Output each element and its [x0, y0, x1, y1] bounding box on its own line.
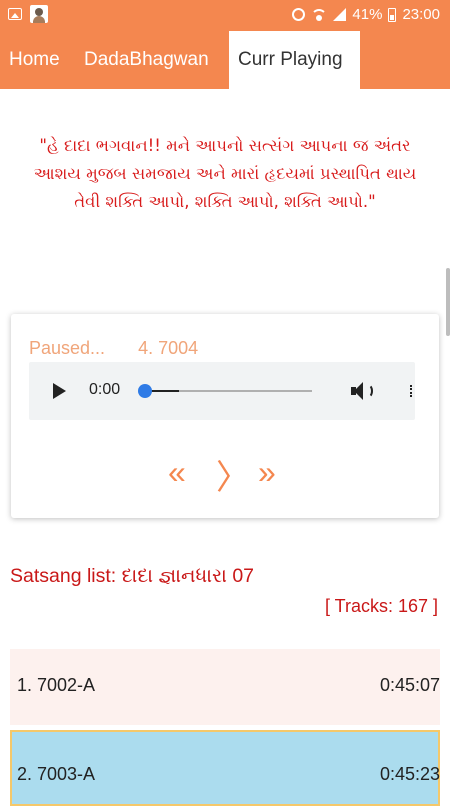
seek-bar[interactable] [138, 384, 312, 398]
scrollbar[interactable] [446, 268, 450, 336]
player-card: Paused... 4. 7004 0:00 « 〉 » [11, 314, 439, 518]
battery-icon [388, 7, 397, 22]
next-button[interactable]: 〉 [216, 450, 250, 499]
tab-bar: Home DadaBhagwan Curr Playing [0, 31, 450, 89]
list-item-duration: 0:45:23 [379, 764, 440, 784]
alarm-icon [292, 8, 306, 21]
audio-player: 0:00 [29, 362, 415, 420]
tab-curr-playing[interactable]: Curr Playing [229, 31, 360, 89]
clock: 23:00 [402, 6, 440, 23]
previous-track-button[interactable]: « [168, 454, 186, 491]
signal-icon [333, 8, 347, 21]
avatar-icon [30, 5, 48, 23]
play-icon[interactable] [53, 383, 66, 399]
status-bar: 41% 23:00 [0, 0, 450, 31]
more-options-icon[interactable] [410, 385, 415, 397]
seek-knob[interactable] [138, 384, 152, 398]
player-status: Paused... [29, 338, 106, 358]
tracks-count: [ Tracks: 167 ] [324, 596, 438, 616]
playback-time: 0:00 [89, 381, 121, 398]
wifi-icon [311, 8, 328, 21]
list-item-duration: 0:45:07 [379, 675, 440, 695]
list-item-name: 2. 7003-A [17, 764, 96, 784]
player-status-line: Paused... 4. 7004 [29, 338, 198, 359]
current-track: 4. 7004 [138, 338, 199, 358]
fast-forward-button[interactable]: » [258, 454, 276, 491]
list-item-name: 1. 7002-A [17, 675, 96, 695]
prayer-quote: "હે દાદા ભગવાન!! મને આપનો સત્સંગ આપના જ … [33, 136, 417, 211]
gallery-icon [8, 8, 22, 20]
satsang-list-title: Satsang list: દાદા જ્ઞાનધારા 07 [10, 565, 255, 587]
tab-home[interactable]: Home [9, 31, 60, 89]
list-item-selected[interactable]: 2. 7003-A 0:45:23 [10, 730, 440, 806]
list-item[interactable]: 1. 7002-A 0:45:07 [10, 649, 440, 725]
battery-percent: 41% [352, 6, 383, 23]
tab-dadabhagwan[interactable]: DadaBhagwan [84, 31, 209, 89]
volume-icon[interactable] [351, 381, 375, 403]
